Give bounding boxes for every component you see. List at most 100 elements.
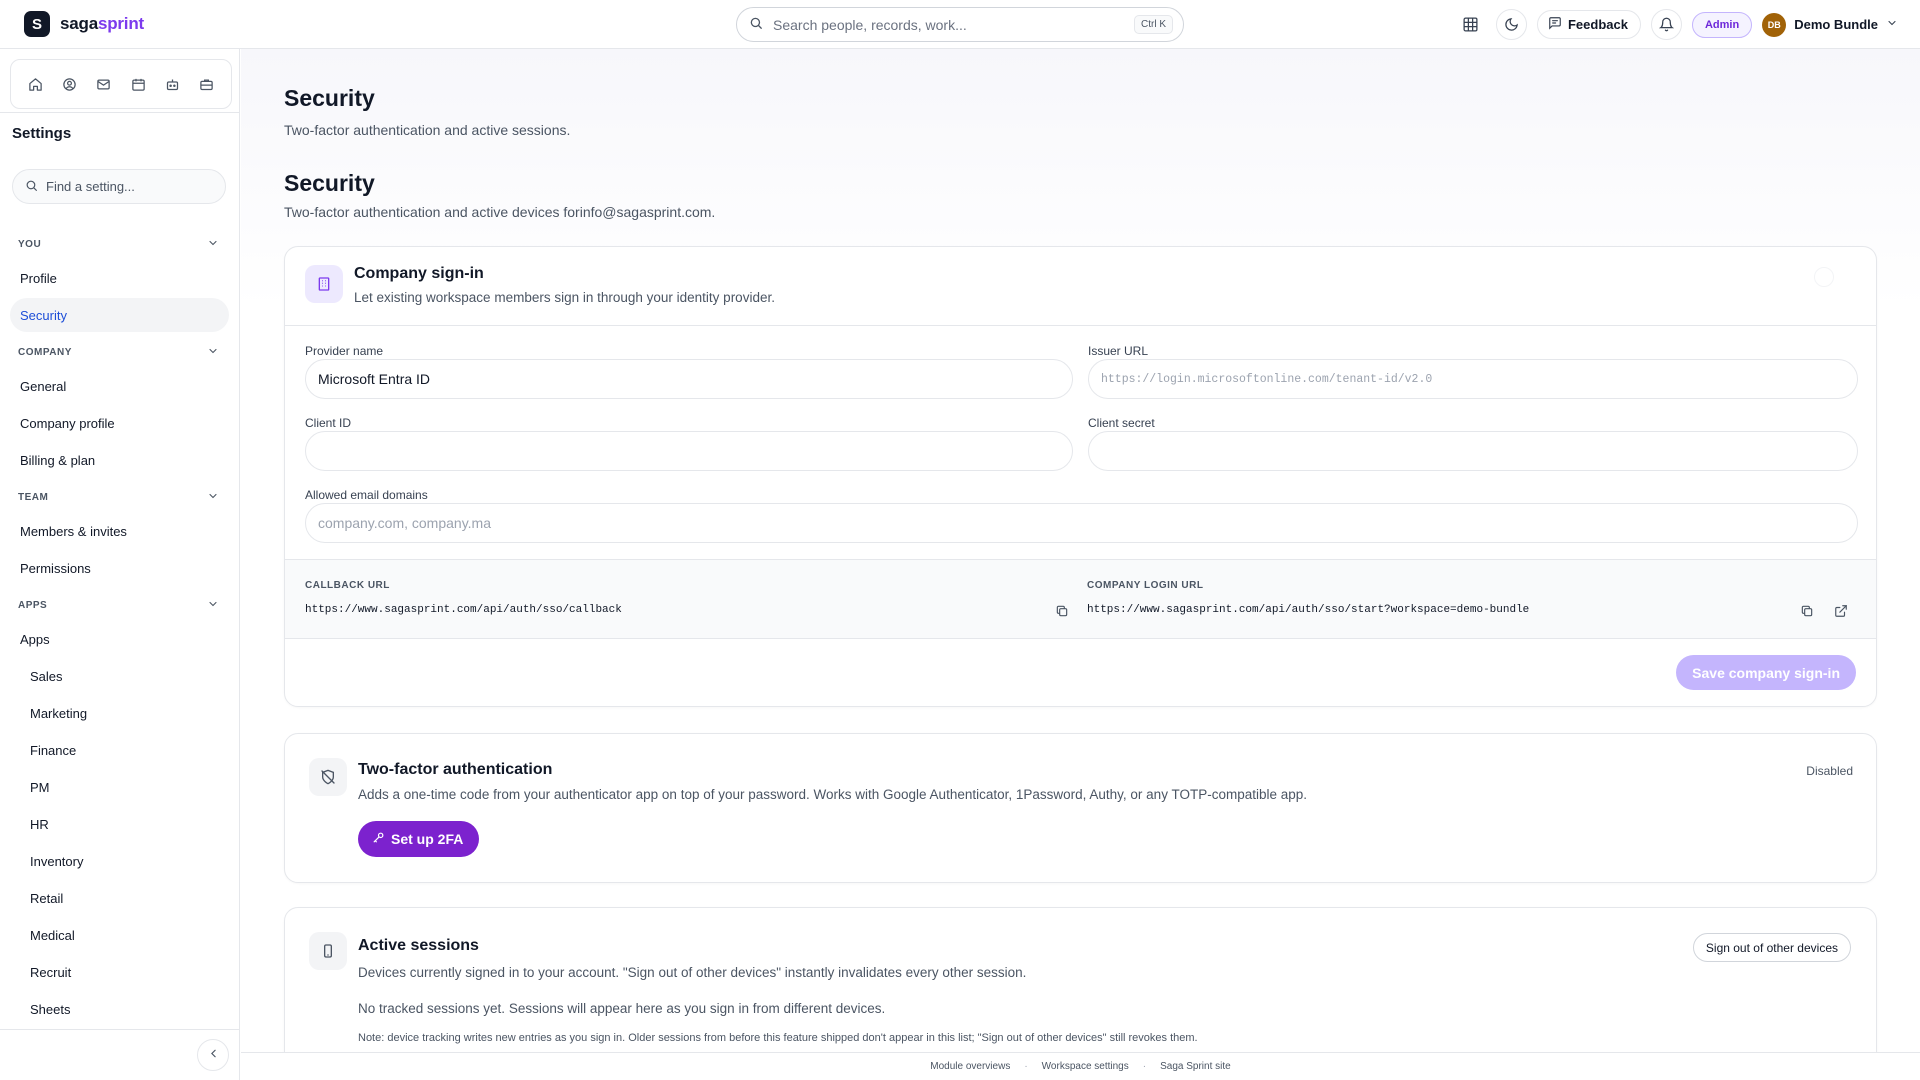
nav-section-company[interactable]: COMPANY — [0, 339, 239, 365]
chevron-down-icon — [207, 598, 219, 613]
sidebar-item-retail[interactable]: Retail — [10, 881, 229, 915]
sidebar-divider — [0, 1029, 239, 1030]
nav-section-label: YOU — [18, 238, 42, 250]
global-search[interactable]: Ctrl K — [736, 7, 1184, 42]
nav-section-apps[interactable]: APPS — [0, 592, 239, 618]
copy-icon[interactable] — [1053, 602, 1071, 620]
page-title: Security — [284, 85, 375, 111]
sidebar-item-security[interactable]: Security — [10, 298, 229, 332]
sidebar-item-company-profile[interactable]: Company profile — [10, 406, 229, 440]
login-url-value: https://www.sagasprint.com/api/auth/sso/… — [1087, 604, 1530, 616]
sidebar-item-billing[interactable]: Billing & plan — [10, 443, 229, 477]
two-factor-title: Two-factor authentication — [358, 761, 553, 778]
settings-nav: YOU Profile Security COMPANY General Com… — [0, 231, 239, 1029]
sidebar-item-pm[interactable]: PM — [10, 770, 229, 804]
sidebar-item-members[interactable]: Members & invites — [10, 514, 229, 548]
sidebar-item-hr[interactable]: HR — [10, 807, 229, 841]
apps-grid-icon[interactable] — [1455, 9, 1486, 40]
client-secret-input[interactable] — [1088, 431, 1858, 471]
admin-badge[interactable]: Admin — [1691, 11, 1753, 38]
page-subtitle: Two-factor authentication and active ses… — [284, 122, 571, 138]
search-icon — [749, 16, 763, 33]
nav-section-label: TEAM — [18, 491, 49, 503]
sidebar-item-apps[interactable]: Apps — [10, 622, 229, 656]
sidebar-item-sheets[interactable]: Sheets — [10, 992, 229, 1026]
user-circle-icon[interactable] — [53, 67, 85, 101]
footer-link-saga-sprint-site[interactable]: Saga Sprint site — [1160, 1061, 1231, 1072]
brand-name: sagasprint — [60, 14, 144, 33]
sidebar-item-sales[interactable]: Sales — [10, 659, 229, 693]
callback-url-value: https://www.sagasprint.com/api/auth/sso/… — [305, 604, 622, 616]
settings-search[interactable] — [12, 169, 226, 204]
chevron-down-icon — [207, 237, 219, 252]
company-signin-card: Company sign-in Let existing workspace m… — [284, 246, 1877, 707]
nav-section-team[interactable]: TEAM — [0, 484, 239, 510]
sidebar-item-permissions[interactable]: Permissions — [10, 551, 229, 585]
home-icon[interactable] — [19, 67, 51, 101]
brand-logo: S — [24, 11, 50, 37]
login-url-label: COMPANY LOGIN URL — [1087, 580, 1204, 591]
search-icon — [25, 179, 38, 195]
client-secret-label: Client secret — [1088, 416, 1155, 430]
section-subtitle: Two-factor authentication and active dev… — [284, 204, 716, 220]
robot-icon[interactable] — [156, 67, 188, 101]
brand[interactable]: S sagasprint — [24, 11, 144, 37]
building-icon — [305, 265, 343, 303]
theme-toggle-moon-icon[interactable] — [1495, 9, 1527, 40]
sidebar-item-recruit[interactable]: Recruit — [10, 955, 229, 989]
shield-off-icon — [309, 758, 347, 796]
client-id-label: Client ID — [305, 416, 352, 430]
allowed-domains-input[interactable] — [305, 503, 1858, 543]
company-signin-title: Company sign-in — [354, 265, 484, 282]
global-search-input[interactable] — [773, 16, 1124, 33]
provider-name-label: Provider name — [305, 344, 384, 358]
sidebar-item-medical[interactable]: Medical — [10, 918, 229, 952]
main-content: Security Two-factor authentication and a… — [241, 49, 1920, 1080]
sign-out-other-devices-button[interactable]: Sign out of other devices — [1692, 933, 1851, 962]
notifications-bell-icon[interactable] — [1650, 9, 1682, 40]
feedback-button[interactable]: Feedback — [1536, 10, 1641, 39]
two-factor-description: Adds a one-time code from your authentic… — [358, 787, 1308, 802]
settings-search-input[interactable] — [46, 179, 222, 194]
sidebar-item-inventory[interactable]: Inventory — [10, 844, 229, 878]
chevron-down-icon — [207, 345, 219, 360]
callback-url-label: CALLBACK URL — [305, 580, 390, 591]
client-id-input[interactable] — [305, 431, 1073, 471]
footer-separator: · — [1142, 1061, 1147, 1072]
chevron-left-icon — [207, 1047, 220, 1063]
sidebar-item-marketing[interactable]: Marketing — [10, 696, 229, 730]
save-company-signin-button[interactable]: Save company sign-in — [1676, 655, 1856, 690]
copy-icon[interactable] — [1798, 602, 1816, 620]
sidebar-item-general[interactable]: General — [10, 369, 229, 403]
external-link-icon[interactable] — [1832, 602, 1850, 620]
collapse-sidebar-button[interactable] — [197, 1039, 229, 1071]
feedback-label: Feedback — [1567, 17, 1628, 32]
chevron-down-icon — [207, 490, 219, 505]
feedback-icon — [1548, 16, 1562, 33]
section-title: Security — [284, 170, 375, 196]
card-divider — [285, 325, 1876, 326]
footer-link-module-overviews[interactable]: Module overviews — [930, 1061, 1010, 1072]
avatar: DB — [1762, 12, 1787, 37]
user-menu[interactable]: DB Demo Bundle — [1762, 12, 1898, 37]
briefcase-icon[interactable] — [191, 67, 223, 101]
top-bar: S sagasprint Ctrl K Feedback Admin DB De… — [0, 0, 1920, 49]
nav-section-you[interactable]: YOU — [0, 231, 239, 257]
footer-link-workspace-settings[interactable]: Workspace settings — [1042, 1061, 1129, 1072]
footer-separator: · — [1024, 1061, 1028, 1072]
allowed-domains-label: Allowed email domains — [305, 488, 428, 502]
chevron-down-icon — [1886, 17, 1898, 32]
settings-sidebar: Settings YOU Profile Security COMPANY Ge… — [0, 49, 240, 1080]
smartphone-icon — [309, 932, 347, 970]
sidebar-item-finance[interactable]: Finance — [10, 733, 229, 767]
setup-2fa-button[interactable]: Set up 2FA — [358, 821, 480, 857]
sidebar-item-profile[interactable]: Profile — [10, 261, 229, 295]
active-sessions-description: Devices currently signed in to your acco… — [358, 965, 1027, 980]
issuer-url-input[interactable] — [1088, 359, 1858, 399]
sidebar-divider — [0, 112, 239, 113]
mail-icon[interactable] — [88, 67, 120, 101]
calendar-icon[interactable] — [122, 67, 154, 101]
provider-name-input[interactable] — [305, 359, 1073, 399]
sidebar-title: Settings — [12, 125, 72, 142]
footer: Module overviews · Workspace settings · … — [241, 1052, 1920, 1080]
